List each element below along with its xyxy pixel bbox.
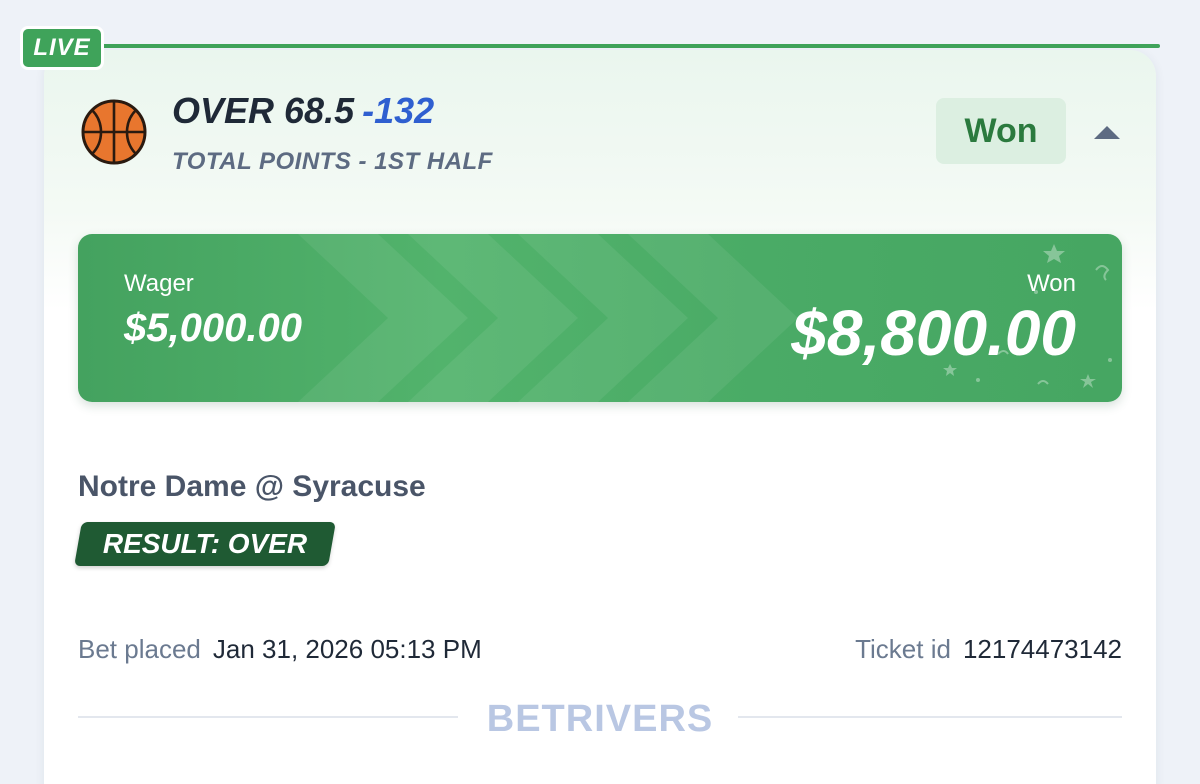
- wager-amount: $5,000.00: [124, 306, 302, 350]
- won-label: Won: [1027, 270, 1076, 297]
- event-name[interactable]: Notre Dame @ Syracuse: [78, 470, 426, 504]
- bet-placed-value: Jan 31, 2026 05:13 PM: [212, 634, 482, 664]
- bet-status-badge: Won: [936, 98, 1066, 164]
- ticket-id-row: Ticket id 12174473142: [855, 634, 1122, 665]
- result-text: RESULT: OVER: [102, 528, 308, 559]
- wager-label: Wager: [124, 270, 194, 297]
- bet-selection: OVER 68.5 -132: [172, 90, 434, 132]
- live-badge: LIVE: [20, 26, 104, 70]
- basketball-icon: [81, 99, 147, 165]
- footer-divider-right: [738, 716, 1122, 718]
- ticket-id-label: Ticket id: [855, 634, 951, 664]
- payout-panel: Wager $5,000.00 Won $8,800.00: [78, 234, 1122, 402]
- market-type: TOTAL POINTS - 1ST HALF: [172, 148, 493, 175]
- brand-name: BETRIVERS: [486, 698, 714, 740]
- bet-placed-row: Bet placed Jan 31, 2026 05:13 PM: [78, 634, 482, 665]
- bet-card: OVER 68.5 -132 TOTAL POINTS - 1ST HALF Wo…: [44, 50, 1156, 784]
- won-amount: $8,800.00: [791, 297, 1076, 369]
- caret-up-icon[interactable]: [1094, 126, 1120, 139]
- footer-divider-left: [78, 716, 458, 718]
- selection-text: OVER 68.5: [172, 90, 355, 131]
- ticket-id-value: 12174473142: [962, 634, 1122, 664]
- bet-placed-label: Bet placed: [78, 634, 201, 664]
- brand-logo: BETRIVERS: [480, 698, 720, 742]
- odds-text: -132: [362, 90, 435, 131]
- live-accent-line: [100, 44, 1160, 48]
